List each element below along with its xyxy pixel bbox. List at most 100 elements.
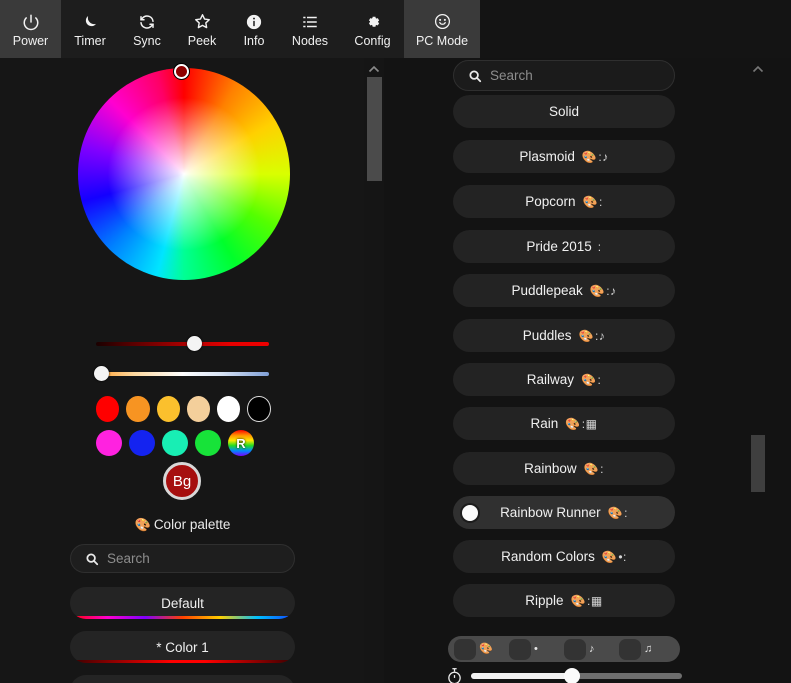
swatch-white[interactable] [217, 396, 241, 422]
effect-item-badges: 🎨:▦ [570, 594, 603, 608]
tab-peek[interactable]: Peek [175, 0, 229, 58]
effect-item-meta: : [624, 505, 628, 520]
effect-item-meta: : [600, 461, 604, 476]
effect-item-ripple[interactable]: Ripple 🎨:▦ [453, 584, 675, 617]
palette-list-item[interactable]: * Color Gradient [70, 675, 295, 683]
brightness-slider[interactable] [96, 336, 269, 352]
effect-item-badges: 🎨: [582, 195, 603, 209]
swatch-rainbow-label: R [236, 435, 246, 451]
tab-timer[interactable]: Timer [61, 0, 119, 58]
color-swatch-grid: R [96, 396, 271, 464]
effect-item-label: Rainbow Runner [500, 505, 601, 520]
tab-label: PC Mode [415, 33, 469, 48]
brightness-slider-track [96, 342, 269, 346]
brightness-slider-thumb[interactable] [187, 336, 202, 351]
tab-info[interactable]: Info [229, 0, 279, 58]
palette-list-item[interactable]: * Color 1 [70, 631, 295, 663]
effect-speed-slider-track[interactable] [471, 668, 682, 683]
chevron-up-icon[interactable] [368, 61, 380, 73]
palette-icon: 🎨 [583, 461, 600, 476]
effect-item-puddles[interactable]: Puddles 🎨:♪ [453, 319, 675, 352]
palette-icon: 🎨 [570, 593, 587, 608]
effects-panel: Search Solid Plasmoid 🎨:♪ Popcorn 🎨: Pri… [384, 58, 791, 683]
palette-search-input[interactable]: Search [70, 544, 295, 573]
palette-item-gradient-bar [70, 616, 295, 619]
effect-item-label: Puddles [522, 328, 572, 343]
sync-icon [138, 11, 156, 33]
tab-label: Peek [187, 33, 217, 48]
effect-item-label: Ripple [525, 593, 564, 608]
palette-icon: 🎨 [601, 549, 618, 564]
filter-toggle-box[interactable] [619, 638, 641, 660]
music-note-icon: ♪ [589, 642, 595, 655]
color-wheel[interactable] [78, 68, 290, 280]
filter-toggle-palette[interactable]: 🎨 [454, 638, 509, 660]
color-wheel-marker[interactable] [174, 64, 189, 79]
color-palette-heading-label: Color palette [153, 517, 231, 532]
search-icon [468, 69, 482, 83]
effect-item-selected-radio[interactable] [462, 504, 478, 521]
swatch-blue[interactable] [129, 430, 155, 456]
effect-item-railway[interactable]: Railway 🎨: [453, 363, 675, 396]
tab-config[interactable]: Config [341, 0, 404, 58]
filter-toggle-box[interactable] [564, 638, 586, 660]
palette-list-item[interactable]: Default [70, 587, 295, 619]
filter-toggle-box[interactable] [509, 638, 531, 660]
left-panel-scrollbar-thumb[interactable] [367, 77, 382, 181]
swatch-aqua[interactable] [162, 430, 188, 456]
effect-item-rainbow[interactable]: Rainbow 🎨: [453, 452, 675, 485]
tab-label: Nodes [291, 33, 329, 48]
effect-item-pride-2015[interactable]: Pride 2015 : [453, 230, 675, 263]
chevron-up-icon[interactable] [752, 61, 764, 73]
tab-label: Info [243, 33, 265, 48]
effect-item-popcorn[interactable]: Popcorn 🎨: [453, 185, 675, 218]
filter-toggle-music-notes[interactable]: ♫ [619, 638, 674, 660]
palette-icon: 🎨 [589, 283, 606, 298]
effect-item-label: Solid [548, 104, 580, 119]
effect-item-rainbow-runner[interactable]: Rainbow Runner 🎨: [453, 496, 675, 529]
filter-toggle-single-dot[interactable]: • [509, 638, 564, 660]
effect-item-plasmoid[interactable]: Plasmoid 🎨:♪ [453, 140, 675, 173]
effect-item-random-colors[interactable]: Random Colors 🎨•: [453, 540, 675, 573]
color-swatch-row [96, 396, 271, 422]
effect-speed-slider-thumb[interactable] [564, 668, 581, 683]
tab-sync[interactable]: Sync [119, 0, 175, 58]
swatch-magenta[interactable] [96, 430, 122, 456]
color-wheel-container[interactable] [78, 64, 290, 280]
swatch-red[interactable] [96, 396, 120, 422]
filter-toggle-box[interactable] [454, 638, 476, 660]
effects-panel-scrollbar[interactable] [747, 58, 769, 683]
effect-item-badges: 🎨: [583, 462, 604, 476]
filter-toggle-music-note[interactable]: ♪ [564, 638, 619, 660]
color-temperature-slider[interactable] [94, 366, 269, 382]
tab-nodes[interactable]: Nodes [279, 0, 341, 58]
swatch-peach[interactable] [186, 396, 211, 422]
palette-icon: 🎨 [607, 505, 624, 520]
effect-item-label: Rainbow [524, 461, 577, 476]
search-icon [85, 552, 99, 566]
effect-item-puddlepeak[interactable]: Puddlepeak 🎨:♪ [453, 274, 675, 307]
swatch-amber[interactable] [156, 396, 180, 422]
effect-item-rain[interactable]: Rain 🎨:▦ [453, 407, 675, 440]
palette-search-placeholder: Search [107, 551, 150, 566]
tab-pc-mode[interactable]: PC Mode [404, 0, 480, 58]
effect-item-label: Plasmoid [519, 149, 575, 164]
effect-item-badges: : [598, 240, 602, 254]
color-temperature-slider-thumb[interactable] [94, 366, 109, 381]
swatch-green[interactable] [195, 430, 221, 456]
effects-search-input[interactable]: Search [453, 60, 675, 91]
swatch-black[interactable] [247, 396, 271, 422]
swatch-rainbow[interactable]: R [228, 430, 254, 456]
star-icon [193, 11, 212, 33]
background-color-button[interactable]: Bg [163, 462, 201, 500]
background-color-button-label: Bg [172, 472, 192, 490]
effect-item-meta: : [598, 194, 603, 209]
swatch-orange[interactable] [126, 396, 150, 422]
effects-panel-scrollbar-thumb[interactable] [751, 435, 765, 492]
left-panel-scrollbar[interactable] [364, 58, 384, 683]
effect-item-solid[interactable]: Solid [453, 95, 675, 128]
tab-label: Config [354, 33, 391, 48]
effect-item-label: Random Colors [501, 549, 595, 564]
color-palette-heading: 🎨 Color palette [0, 517, 365, 533]
tab-power[interactable]: Power [0, 0, 61, 58]
